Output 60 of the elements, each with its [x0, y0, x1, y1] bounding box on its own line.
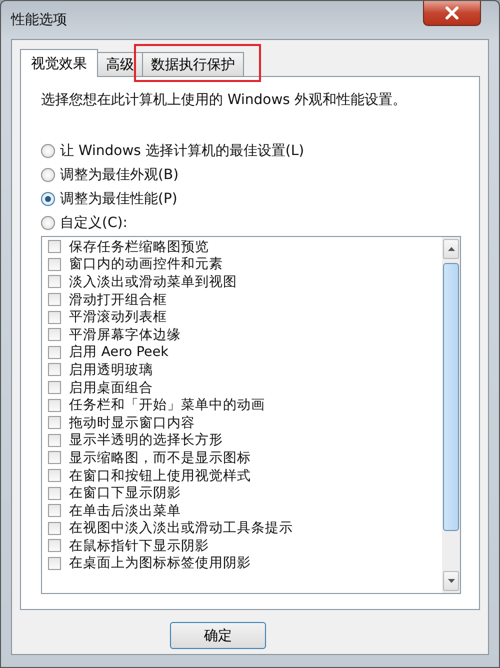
radio-button[interactable] [41, 168, 55, 182]
checkbox[interactable] [48, 363, 61, 376]
effect-label: 启用桌面组合 [69, 378, 153, 397]
down-arrow-icon [448, 579, 454, 583]
checkbox[interactable] [48, 469, 61, 482]
description-text: 选择您想在此计算机上使用的 Windows 外观和性能设置。 [41, 91, 408, 109]
checkbox[interactable] [48, 293, 61, 306]
effect-label: 在窗口和按钮上使用视觉样式 [69, 466, 251, 485]
radio-button[interactable] [41, 216, 55, 230]
effect-label: 在单击后淡出菜单 [69, 502, 181, 520]
effect-label: 平滑屏幕字体边缘 [69, 326, 181, 344]
effect-label: 在桌面上为图标标签使用阴影 [69, 554, 251, 572]
checkbox[interactable] [48, 522, 61, 535]
effect-label: 任务栏和「开始」菜单中的动画 [69, 396, 265, 414]
option-label: 调整为最佳性能(P) [60, 190, 178, 208]
checkbox[interactable] [48, 398, 61, 412]
scroll-thumb[interactable] [443, 263, 459, 531]
checkbox[interactable] [48, 416, 61, 430]
checkbox[interactable] [48, 381, 61, 394]
radio-button[interactable] [41, 144, 55, 158]
effect-label: 在视图中淡入淡出或滑动工具条提示 [69, 519, 293, 538]
checkbox[interactable] [48, 451, 61, 464]
close-button[interactable] [423, 1, 481, 26]
effect-label: 启用透明玻璃 [69, 360, 153, 379]
checkbox[interactable] [48, 346, 61, 359]
up-arrow-icon [448, 247, 454, 251]
checkbox[interactable] [48, 275, 61, 288]
effect-label: 淡入淡出或滑动菜单到视图 [69, 272, 237, 291]
effect-label: 在窗口下显示阴影 [69, 484, 181, 502]
option-label: 调整为最佳外观(B) [60, 166, 179, 184]
checkbox[interactable] [48, 240, 61, 254]
option-label: 自定义(C): [60, 214, 128, 232]
scroll-down-button[interactable] [443, 571, 459, 591]
ok-button[interactable]: 确定 [170, 622, 266, 649]
radio-button[interactable] [41, 192, 55, 206]
effect-label: 窗口内的动画控件和元素 [69, 255, 223, 274]
scroll-up-button[interactable] [443, 239, 459, 259]
effect-label: 拖动时显示窗口内容 [69, 414, 195, 432]
effect-label: 启用 Aero Peek [69, 343, 168, 362]
effect-label: 显示缩略图，而不是显示图标 [69, 448, 251, 467]
tab[interactable]: 视觉效果 [20, 49, 98, 77]
checkbox[interactable] [48, 556, 61, 570]
checkbox[interactable] [48, 434, 61, 447]
checkbox[interactable] [48, 310, 61, 324]
effect-label: 平滑滚动列表框 [69, 308, 167, 326]
checkbox[interactable] [48, 258, 61, 271]
checkbox[interactable] [48, 328, 61, 342]
tab[interactable]: 数据执行保护 [142, 52, 244, 76]
effect-label: 在鼠标指针下显示阴影 [69, 536, 209, 555]
effect-label: 显示半透明的选择长方形 [69, 431, 223, 450]
scrollbar[interactable] [442, 237, 460, 593]
tab[interactable]: 高级 [97, 52, 143, 76]
close-icon [444, 6, 460, 20]
checkbox[interactable] [48, 504, 61, 518]
option-label: 让 Windows 选择计算机的最佳设置(L) [60, 142, 304, 160]
checkbox[interactable] [48, 486, 61, 500]
window-title: 性能选项 [11, 11, 67, 29]
checkbox[interactable] [48, 539, 61, 552]
effect-label: 保存任务栏缩略图预览 [69, 238, 209, 256]
effect-label: 滑动打开组合框 [69, 290, 167, 309]
